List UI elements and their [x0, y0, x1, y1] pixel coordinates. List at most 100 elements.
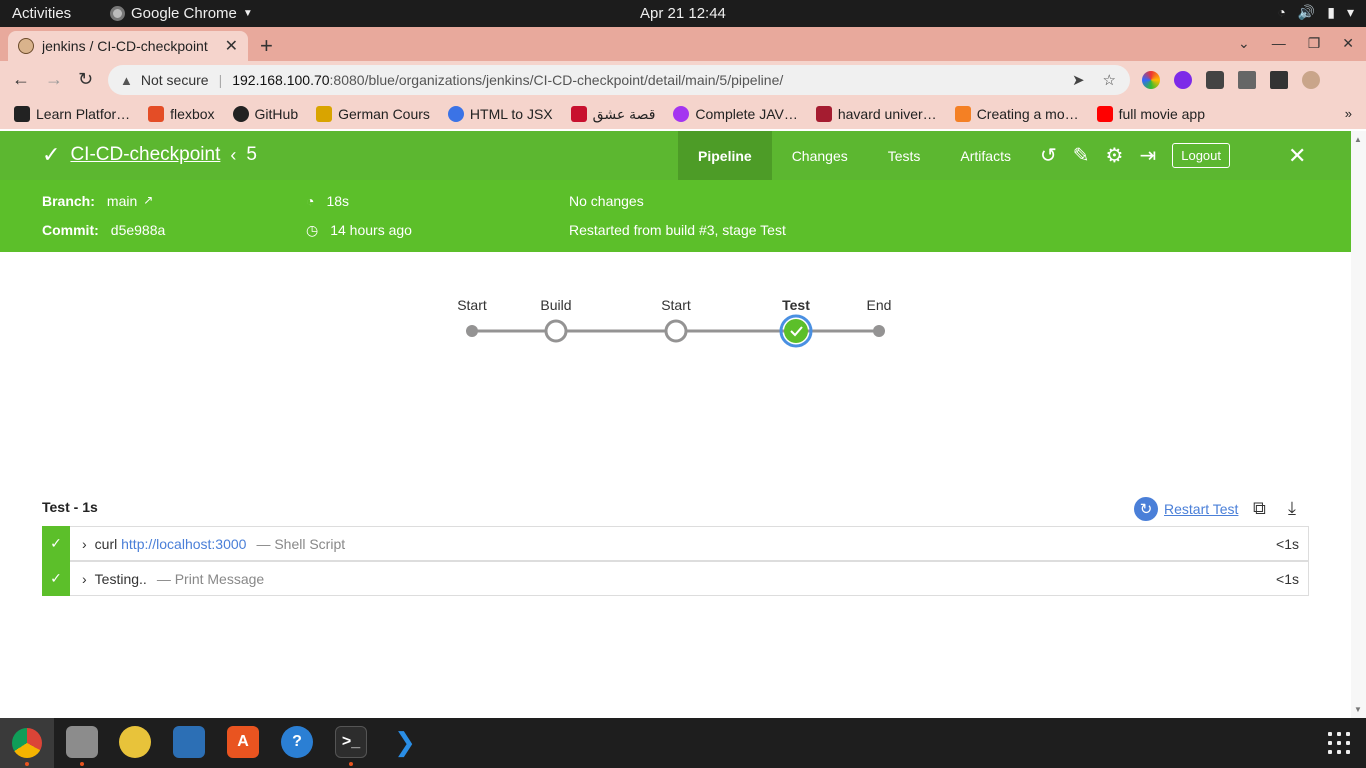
- step-row[interactable]: ✓ › curl http://localhost:3000 — Shell S…: [42, 525, 1309, 561]
- tab-search-icon[interactable]: ⌄: [1238, 35, 1250, 52]
- chrome-launcher[interactable]: [0, 718, 54, 768]
- system-top-bar: Activities Google Chrome ▼ Apr 21 12:44 …: [0, 0, 1366, 27]
- clock[interactable]: Apr 21 12:44: [640, 5, 726, 22]
- run-number: 5: [246, 144, 257, 165]
- system-tray[interactable]: ◔ 🔊 ▮ ▾: [1277, 4, 1354, 21]
- step-row[interactable]: ✓ › Testing.. — Print Message <1s: [42, 560, 1309, 596]
- jenkins-favicon-icon: [18, 38, 34, 54]
- step-command-link[interactable]: http://localhost:3000: [121, 536, 246, 552]
- success-check-icon: ✓: [42, 560, 70, 596]
- terminal-icon[interactable]: >_: [335, 726, 367, 758]
- tab-close-icon[interactable]: ✕: [225, 36, 238, 56]
- warning-icon[interactable]: ▲: [120, 73, 133, 88]
- bookmark-item[interactable]: GitHub: [232, 106, 298, 122]
- bookmark-item[interactable]: full movie app: [1096, 106, 1205, 122]
- run-tabs: Pipeline Changes Tests Artifacts: [678, 131, 1031, 180]
- profile-avatar[interactable]: [1302, 71, 1320, 89]
- side-panel-icon[interactable]: [1270, 71, 1288, 89]
- graph-end-node[interactable]: [873, 325, 885, 337]
- caret-down-icon: ▼: [242, 8, 253, 19]
- graph-stage-node[interactable]: [544, 319, 568, 343]
- logout-button[interactable]: Logout: [1172, 143, 1230, 168]
- software-store-icon[interactable]: A: [227, 726, 259, 758]
- extension-icon[interactable]: [1174, 71, 1192, 89]
- tab-pipeline[interactable]: Pipeline: [678, 131, 772, 180]
- files-icon[interactable]: [66, 726, 98, 758]
- restart-stage-button[interactable]: ↻ Restart Test: [1134, 497, 1238, 521]
- bookmark-icon: [148, 106, 165, 122]
- bookmark-item[interactable]: Creating a mo…: [954, 106, 1079, 122]
- app-menu[interactable]: Google Chrome ▼: [110, 5, 253, 22]
- browser-tab[interactable]: jenkins / CI-CD-checkpoint ✕: [8, 31, 248, 61]
- bookmark-label: Complete JAV…: [695, 106, 798, 122]
- new-tab-button[interactable]: +: [260, 33, 273, 59]
- chevron-right-icon[interactable]: ›: [82, 536, 87, 552]
- forward-icon[interactable]: →: [45, 69, 63, 90]
- pipeline-name-link[interactable]: CI-CD-checkpoint: [70, 144, 220, 166]
- back-icon[interactable]: ←: [12, 69, 30, 90]
- color-picker-extension-icon[interactable]: [1142, 71, 1160, 89]
- bookmark-icon: [954, 106, 971, 122]
- time-ago-value: 14 hours ago: [330, 222, 412, 238]
- bookmark-item[interactable]: flexbox: [148, 106, 215, 122]
- edit-pencil-icon[interactable]: ✎: [1073, 143, 1090, 168]
- send-icon[interactable]: ➤: [1072, 71, 1085, 89]
- commit-value: d5e988a: [110, 222, 166, 238]
- scroll-down-icon[interactable]: ▼: [1354, 705, 1362, 714]
- harvard-icon: [815, 106, 832, 122]
- gear-icon[interactable]: ⚙: [1106, 143, 1124, 168]
- help-icon[interactable]: ?: [281, 726, 313, 758]
- reload-icon[interactable]: ↻: [78, 69, 93, 90]
- scroll-up-icon[interactable]: ▲: [1354, 135, 1362, 144]
- show-apps-icon[interactable]: [1328, 732, 1350, 754]
- bookmark-label: flexbox: [170, 106, 215, 122]
- sign-out-icon[interactable]: ⇥: [1139, 143, 1156, 168]
- bookmark-star-icon[interactable]: ☆: [1103, 71, 1116, 89]
- bookmark-label: Learn Platfor…: [36, 106, 131, 122]
- step-type: — Print Message: [156, 570, 265, 587]
- graph-node-label: Start: [661, 297, 691, 313]
- external-link-icon[interactable]: ↗: [143, 193, 153, 209]
- chevron-right-icon[interactable]: ›: [82, 571, 87, 587]
- puzzle-extensions-icon[interactable]: [1206, 71, 1224, 89]
- close-icon[interactable]: ✕: [1288, 143, 1306, 169]
- minimize-icon[interactable]: —: [1272, 35, 1286, 52]
- writer-icon[interactable]: [173, 726, 205, 758]
- open-log-icon[interactable]: ⧉: [1253, 498, 1266, 519]
- bookmark-label: HTML to JSX: [469, 106, 553, 122]
- vscode-icon[interactable]: ❯: [389, 726, 421, 758]
- tab-changes[interactable]: Changes: [772, 131, 868, 180]
- graph-start-node[interactable]: [466, 325, 478, 337]
- url-path: :8080/blue/organizations/jenkins/CI-CD-c…: [329, 72, 784, 88]
- bookmark-item[interactable]: HTML to JSX: [447, 106, 553, 122]
- bookmark-item[interactable]: German Cours: [316, 106, 430, 122]
- browser-toolbar: ← → ↻ ▲ Not secure | 192.168.100.70 :808…: [0, 61, 1366, 99]
- address-bar[interactable]: ▲ Not secure | 192.168.100.70 :8080/blue…: [108, 65, 1130, 95]
- running-indicator: [25, 762, 29, 766]
- step-command-text: curl: [94, 535, 122, 552]
- tab-artifacts[interactable]: Artifacts: [940, 131, 1031, 180]
- branch-value[interactable]: main: [107, 193, 137, 209]
- activities-button[interactable]: Activities: [12, 5, 71, 22]
- omnibox-actions: ➤ ☆: [1072, 71, 1116, 89]
- rhythmbox-icon[interactable]: [119, 726, 151, 758]
- cause-row: Restarted from build #3, stage Test: [569, 222, 786, 238]
- bookmark-item[interactable]: havard univer…: [815, 106, 937, 122]
- bookmark-item[interactable]: قصة عشق: [570, 106, 655, 123]
- step-type: — Shell Script: [256, 535, 346, 552]
- tab-tests[interactable]: Tests: [868, 131, 941, 180]
- bookmark-item[interactable]: Learn Platfor…: [14, 106, 130, 122]
- media-list-icon[interactable]: [1238, 71, 1256, 89]
- bookmark-item[interactable]: Complete JAV…: [673, 106, 798, 122]
- separator: |: [218, 72, 223, 88]
- graph-stage-node-success[interactable]: [784, 319, 808, 343]
- window-close-icon[interactable]: ✕: [1342, 35, 1354, 52]
- page-scrollbar[interactable]: ▲ ▼: [1351, 131, 1366, 718]
- more-bookmarks-icon[interactable]: »: [1345, 106, 1352, 121]
- download-icon[interactable]: ⤓: [1288, 498, 1296, 519]
- graph-stage-node[interactable]: [664, 319, 688, 343]
- bookmark-icon: [316, 106, 333, 122]
- rerun-icon[interactable]: ↺: [1040, 143, 1057, 168]
- bookmarks-bar: Learn Platfor… flexbox GitHub German Cou…: [0, 99, 1366, 129]
- maximize-icon[interactable]: ❐: [1308, 35, 1321, 52]
